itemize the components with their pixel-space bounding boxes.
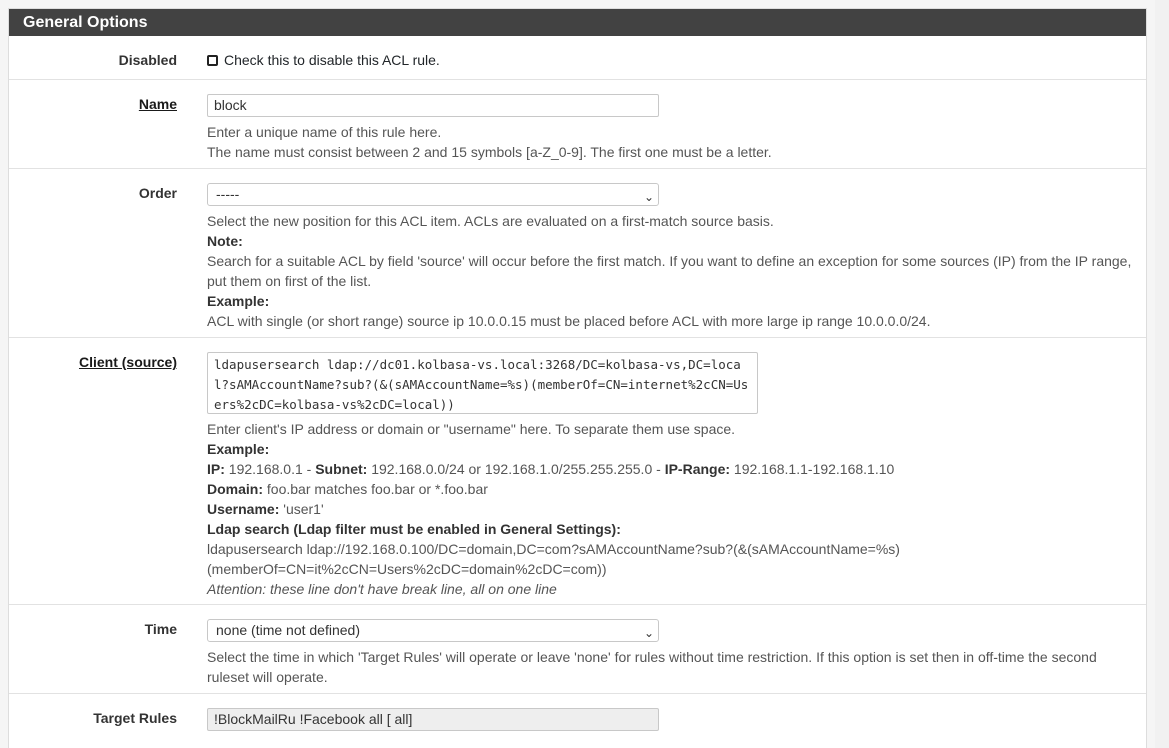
client-help: Enter client's IP address or domain or "… (207, 421, 736, 437)
name-help-2: The name must consist between 2 and 15 s… (207, 144, 772, 160)
name-input[interactable]: block (207, 94, 659, 117)
order-example-text: ACL with single (or short range) source … (207, 313, 931, 329)
ip-value: 192.168.0.1 (228, 461, 303, 477)
client-textarea[interactable]: ldapusersearch ldap://dc01.kolbasa-vs.lo… (207, 352, 758, 414)
order-example-label: Example: (207, 293, 270, 309)
ldap-line-2: (memberOf=CN=it%2cCN=Users%2cDC=domain%2… (207, 561, 607, 577)
client-ip-line: IP: 192.168.0.1 - Subnet: 192.168.0.0/24… (207, 459, 1138, 479)
disabled-checkbox-text: Check this to disable this ACL rule. (224, 52, 440, 68)
page-scrollbar[interactable] (1155, 0, 1169, 748)
sep-1: - (302, 461, 316, 477)
time-select[interactable]: none (time not defined) ⌄ (207, 619, 659, 642)
name-help-1: Enter a unique name of this rule here. (207, 124, 442, 140)
order-note-label: Note: (207, 233, 243, 249)
sep-2: - (652, 461, 665, 477)
domain-label: Domain: (207, 481, 263, 497)
target-label: Target Rules (93, 710, 177, 726)
order-note-text: Search for a suitable ACL by field 'sour… (207, 253, 1132, 289)
range-label: IP-Range: (664, 461, 731, 477)
range-value: 192.168.1.1-192.168.1.10 (733, 461, 895, 477)
target-rules-input[interactable]: !BlockMailRu !Facebook all [ all] (207, 708, 659, 731)
disabled-row: Disabled Check this to disable this ACL … (9, 36, 1146, 79)
order-row: Order ----- ⌄ Select the new position fo… (9, 168, 1146, 337)
client-label[interactable]: Client (source) (79, 354, 177, 370)
name-label[interactable]: Name (139, 96, 177, 112)
subnet-label: Subnet: (315, 461, 368, 477)
chevron-down-icon: ⌄ (643, 626, 654, 640)
time-label: Time (144, 621, 177, 637)
disabled-label: Disabled (118, 52, 177, 68)
time-help: Select the time in which 'Target Rules' … (207, 649, 1097, 685)
name-row: Name block Enter a unique name of this r… (9, 79, 1146, 168)
general-options-panel: General Options Disabled Check this to d… (8, 8, 1147, 748)
username-value: 'user1' (283, 501, 324, 517)
order-label: Order (138, 185, 177, 201)
time-row: Time none (time not defined) ⌄ Select th… (9, 604, 1146, 693)
ldap-label: Ldap search (Ldap filter must be enabled… (207, 521, 621, 537)
ldap-line-1: ldapusersearch ldap://192.168.0.100/DC=d… (207, 541, 900, 557)
domain-value: foo.bar matches foo.bar or *.foo.bar (266, 481, 488, 497)
target-row: Target Rules !BlockMailRu !Facebook all … (9, 693, 1146, 748)
disabled-checkbox[interactable] (207, 55, 218, 66)
order-select-value: ----- (216, 186, 240, 202)
ip-label: IP: (207, 461, 225, 477)
client-domain-line: Domain: foo.bar matches foo.bar or *.foo… (207, 479, 1138, 499)
username-label: Username: (207, 501, 280, 517)
attention-text: Attention: these line don't have break l… (207, 581, 557, 597)
order-help: Select the new position for this ACL ite… (207, 213, 774, 229)
order-select[interactable]: ----- ⌄ (207, 183, 659, 206)
client-username-line: Username: 'user1' (207, 499, 1138, 519)
client-row: Client (source) ldapusersearch ldap://dc… (9, 337, 1146, 604)
panel-title: General Options (9, 9, 1146, 36)
chevron-down-icon: ⌄ (643, 190, 654, 204)
time-select-value: none (time not defined) (216, 622, 360, 638)
client-example-label: Example: (207, 441, 270, 457)
subnet-value: 192.168.0.0/24 or 192.168.1.0/255.255.25… (371, 461, 653, 477)
